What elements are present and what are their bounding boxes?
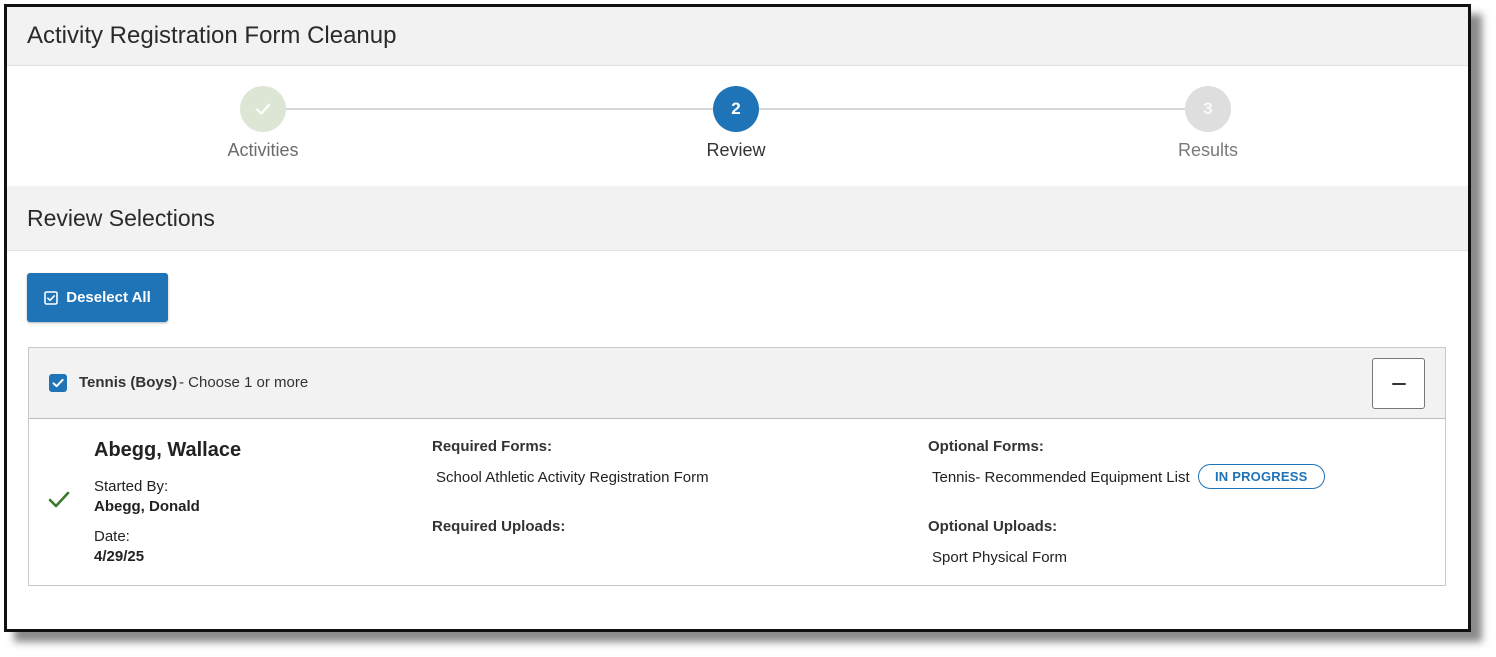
step-review[interactable]: 2 Review — [656, 86, 816, 161]
step-results-label: Results — [1177, 140, 1239, 160]
step-activities[interactable]: Activities — [183, 86, 343, 161]
page-title: Activity Registration Form Cleanup — [27, 22, 397, 49]
optional-uploads-label: Optional Uploads: — [928, 518, 1058, 535]
deselect-all-label: Deselect All — [66, 289, 151, 306]
started-by-label: Started By: — [94, 478, 169, 495]
student-name: Abegg, Wallace — [94, 439, 242, 461]
checkbox-icon — [44, 290, 59, 305]
required-forms-label: Required Forms: — [432, 438, 553, 455]
step-results-number: 3 — [1185, 86, 1231, 132]
review-section-title: Review Selections — [27, 204, 215, 231]
wizard-stepper: Activities 2 Review 3 Results — [7, 66, 1468, 186]
step-results[interactable]: 3 Results — [1128, 86, 1288, 161]
date-label: Date: — [94, 528, 130, 545]
started-by-value: Abegg, Donald — [94, 498, 200, 515]
optional-forms-label: Optional Forms: — [928, 438, 1044, 455]
title-bar: Activity Registration Form Cleanup — [7, 7, 1468, 66]
minus-icon — [1391, 382, 1406, 385]
step-review-number: 2 — [713, 86, 759, 132]
status-badge: IN PROGRESS — [1198, 464, 1325, 489]
required-uploads-label: Required Uploads: — [432, 518, 566, 535]
success-check-icon — [48, 491, 70, 508]
step-activities-label: Activities — [227, 140, 299, 160]
activity-checkbox[interactable] — [49, 374, 67, 392]
window: Activity Registration Form Cleanup Activ… — [4, 4, 1471, 632]
optional-form-link[interactable]: Tennis- Recommended Equipment List — [932, 469, 1190, 486]
activity-header: Tennis (Boys) - Choose 1 or more — [29, 348, 1445, 419]
date-value: 4/29/25 — [94, 548, 145, 565]
student-row: Abegg, Wallace Started By: Abegg, Donald… — [29, 419, 1445, 585]
activity-selection-hint: - Choose 1 or more — [179, 374, 309, 391]
activity-name: Tennis (Boys) — [79, 374, 178, 391]
deselect-all-button[interactable]: Deselect All — [27, 273, 168, 322]
step-activities-circle — [240, 86, 286, 132]
step-review-label: Review — [706, 140, 766, 160]
optional-upload-link[interactable]: Sport Physical Form — [932, 549, 1067, 566]
required-form-link[interactable]: School Athletic Activity Registration Fo… — [436, 469, 709, 486]
review-section-header: Review Selections — [7, 186, 1468, 251]
checkmark-icon — [255, 103, 271, 115]
checkmark-icon — [52, 378, 64, 388]
activity-panel: Tennis (Boys) - Choose 1 or more Abegg, … — [28, 347, 1446, 586]
collapse-button[interactable] — [1372, 358, 1425, 409]
